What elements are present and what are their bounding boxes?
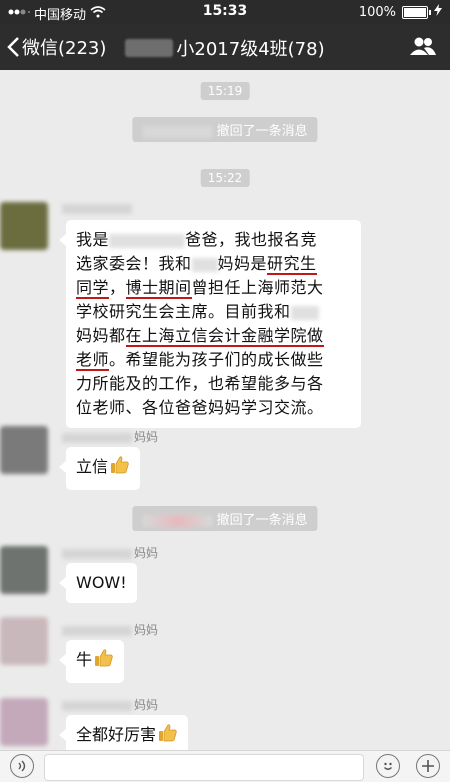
thumbs-up-icon xyxy=(110,455,130,482)
emoji-button[interactable] xyxy=(376,754,400,778)
message-input[interactable] xyxy=(44,754,364,781)
nav-bar: 微信(223) 小2017级4班(78) xyxy=(0,24,450,70)
message-line: 力所能及的工作，也希望能多与各 xyxy=(76,374,324,393)
message-line: 位老师、各位爸爸妈妈学习交流。 xyxy=(76,398,324,417)
redacted-name xyxy=(142,125,213,138)
message-text: 牛 xyxy=(76,650,93,669)
sender-nick: 妈妈 xyxy=(62,428,158,445)
redacted-name xyxy=(142,514,213,527)
avatar[interactable] xyxy=(0,698,48,746)
sender-nick: 妈妈 xyxy=(62,621,158,638)
message-bubble[interactable]: 立信 xyxy=(58,447,141,490)
chat-area[interactable]: 15:19 撤回了一条消息 15:22 我是 爸爸，我也报名竞 选家委会！我和 妈妈… xyxy=(0,70,450,758)
redacted-name xyxy=(125,39,174,57)
chat-title: 小2017级4班(78) xyxy=(0,35,450,61)
sender-nick: 妈妈 xyxy=(62,544,158,561)
input-bar xyxy=(0,750,450,782)
recall-text: 撤回了一条消息 xyxy=(216,124,308,139)
timestamp: 15:19 xyxy=(200,82,250,100)
sender-nick xyxy=(62,201,134,215)
charging-icon xyxy=(434,4,442,20)
message-line: 妈妈都在上海立信会计金融学院做 xyxy=(76,326,324,347)
people-icon xyxy=(410,37,436,55)
message-bubble[interactable]: WOW! xyxy=(59,563,137,603)
avatar[interactable] xyxy=(0,546,48,594)
avatar[interactable] xyxy=(0,426,48,474)
system-recall-notice: 撤回了一条消息 xyxy=(132,506,318,531)
thumbs-up-icon xyxy=(158,723,178,750)
battery-percent: 100% xyxy=(358,4,396,20)
emoji-icon xyxy=(384,762,392,770)
message-text: 全都好厉害 xyxy=(76,725,157,744)
chat-title-text: 小2017级4班(78) xyxy=(176,39,325,60)
message-bubble[interactable]: 牛 xyxy=(58,640,125,683)
more-button[interactable] xyxy=(416,754,440,778)
message-line: 同学，博士期间曾担任上海师范大 xyxy=(76,278,324,299)
system-recall-notice: 撤回了一条消息 xyxy=(132,117,318,142)
message-bubble[interactable]: 我是 爸爸，我也报名竞 选家委会！我和 妈妈是研究生 同学，博士期间曾担任上海师范大… xyxy=(59,220,361,428)
group-info-button[interactable] xyxy=(410,36,436,60)
voice-button[interactable] xyxy=(10,754,34,778)
timestamp: 15:22 xyxy=(200,169,250,187)
recall-text: 撤回了一条消息 xyxy=(216,513,308,528)
sender-nick: 妈妈 xyxy=(62,696,158,713)
message-text: 立信 xyxy=(76,457,109,476)
battery-icon xyxy=(402,5,431,19)
message-line: 老师。希望能为孩子们的成长做些 xyxy=(76,350,324,371)
message-line: 我是 爸爸，我也报名竞 xyxy=(76,230,318,249)
message-line: 学校研究生会主席。目前我和 xyxy=(76,300,351,324)
status-right: 100% xyxy=(359,4,442,20)
plus-icon xyxy=(422,760,434,772)
avatar[interactable] xyxy=(0,617,48,665)
message-line: 选家委会！我和 妈妈是研究生 xyxy=(76,254,317,275)
message-text: WOW! xyxy=(76,573,127,592)
voice-icon xyxy=(18,760,26,772)
avatar[interactable] xyxy=(0,202,48,250)
status-bar: 中国移动 15:33 100% xyxy=(0,0,450,24)
thumbs-up-icon xyxy=(94,648,114,675)
